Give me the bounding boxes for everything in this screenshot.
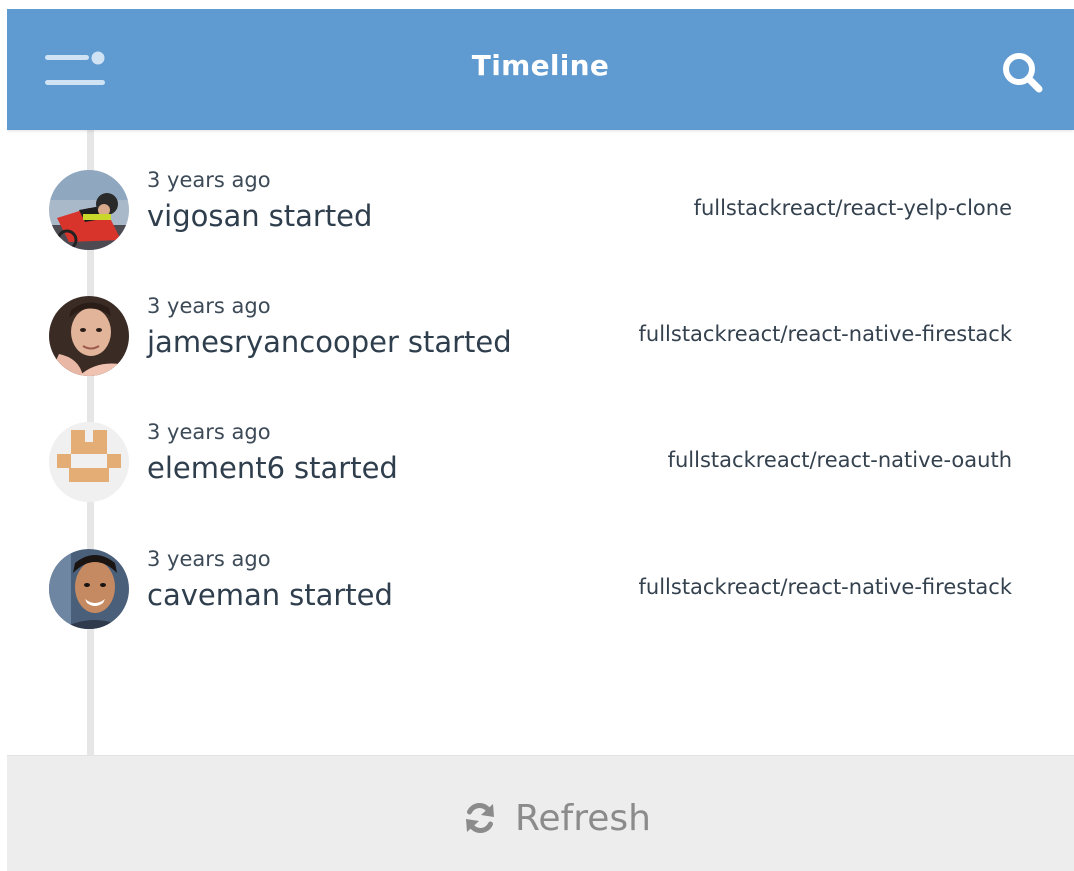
timeline-item[interactable]: 3 years ago vigosan started fullstackreac… [7,130,1074,250]
actor-username[interactable]: vigosan [147,199,260,233]
actor-username[interactable]: caveman [147,578,280,612]
action-text: started [289,578,393,612]
avatar[interactable] [49,422,129,502]
repo-link[interactable]: fullstackreact/react-native-firestack [639,322,1013,346]
repo-link[interactable]: fullstackreact/react-native-firestack [639,575,1013,599]
page-title: Timeline [471,49,610,82]
item-activity: caveman started [147,578,393,612]
action-text: started [294,451,398,485]
avatar[interactable] [49,296,129,376]
item-activity: jamesryancooper started [147,325,512,359]
actor-username[interactable]: element6 [147,451,285,485]
search-icon [1000,53,1046,100]
footer-bar: Refresh [7,755,1074,871]
repo-link[interactable]: fullstackreact/react-yelp-clone [694,196,1012,220]
timeline-item[interactable]: 3 years ago jamesryancooper started fulls… [7,256,1074,376]
avatar[interactable] [49,170,129,250]
header-bar: Timeline [7,9,1074,130]
refresh-button[interactable]: Refresh [463,796,651,840]
refresh-icon [463,801,515,835]
search-button[interactable] [1000,50,1046,96]
item-timestamp: 3 years ago [147,294,271,318]
app-window: Timeline 3 years ago vigosan started ful… [7,9,1074,871]
action-text: started [268,199,373,233]
item-timestamp: 3 years ago [147,168,271,192]
timeline-item[interactable]: 3 years ago caveman started fullstackreac… [7,509,1074,629]
refresh-label: Refresh [515,797,651,839]
actor-username[interactable]: jamesryancooper [147,325,399,359]
repo-link[interactable]: fullstackreact/react-native-oauth [668,448,1012,472]
item-timestamp: 3 years ago [147,420,271,444]
item-activity: element6 started [147,451,398,485]
action-text: started [407,325,512,359]
avatar[interactable] [49,549,129,629]
timeline-item[interactable]: 3 years ago element6 started fullstackrea… [7,382,1074,502]
item-timestamp: 3 years ago [147,547,271,571]
item-activity: vigosan started [147,199,372,233]
